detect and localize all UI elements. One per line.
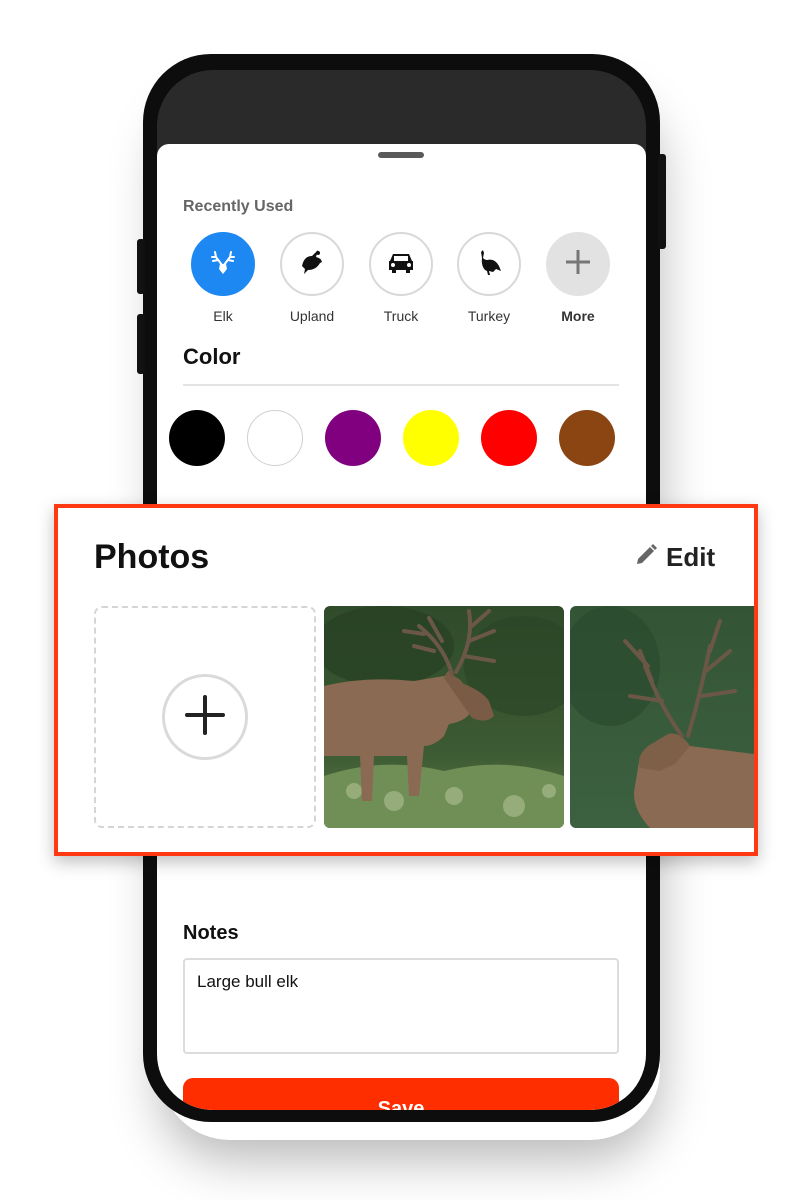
photos-card: Photos Edit — [54, 504, 758, 856]
recently-used-title: Recently Used — [183, 198, 294, 215]
edit-button[interactable]: Edit — [634, 542, 715, 573]
recent-item-label: Upland — [289, 308, 335, 324]
save-button[interactable]: Save — [183, 1078, 619, 1110]
color-swatch-black[interactable] — [169, 410, 225, 466]
divider — [183, 384, 619, 386]
upland-bird-icon — [294, 244, 330, 285]
recent-item-turkey[interactable]: Turkey — [449, 232, 529, 324]
recent-item-truck[interactable]: Truck — [361, 232, 441, 324]
recent-item-elk[interactable]: Elk — [183, 232, 263, 324]
color-section-title: Color — [183, 344, 241, 369]
color-swatches — [157, 410, 646, 468]
recent-item-upland[interactable]: Upland — [272, 232, 352, 324]
photo-thumbnail-elk-2[interactable] — [570, 606, 754, 828]
plus-icon — [563, 247, 593, 282]
volume-up-button — [137, 239, 145, 294]
notes-title: Notes — [183, 922, 239, 944]
pencil-icon — [634, 543, 658, 572]
volume-down-button — [137, 314, 145, 374]
turkey-icon — [471, 244, 507, 285]
recent-item-label: Turkey — [467, 308, 511, 324]
color-swatch-brown[interactable] — [559, 410, 615, 466]
color-swatch-red[interactable] — [481, 410, 537, 466]
plus-icon — [183, 693, 227, 742]
color-swatch-yellow[interactable] — [403, 410, 459, 466]
truck-icon — [383, 244, 419, 285]
color-swatch-purple[interactable] — [325, 410, 381, 466]
sheet-drag-handle[interactable] — [378, 152, 424, 158]
recent-item-label: Truck — [383, 308, 419, 324]
edit-label: Edit — [666, 542, 716, 572]
recent-item-label: More — [561, 308, 595, 324]
photos-title: Photos — [94, 538, 210, 576]
recent-item-more[interactable]: More — [538, 232, 618, 324]
notes-textarea[interactable]: Large bull elk — [183, 958, 619, 1054]
elk-icon — [206, 245, 240, 284]
recently-used-row: Elk Upland Truck Turkey More — [157, 232, 646, 332]
recent-item-label: Elk — [213, 308, 233, 324]
add-photo-tile[interactable] — [94, 606, 316, 828]
photo-thumbnail-elk[interactable] — [324, 606, 564, 828]
power-button — [658, 154, 666, 249]
color-swatch-white[interactable] — [247, 410, 303, 466]
